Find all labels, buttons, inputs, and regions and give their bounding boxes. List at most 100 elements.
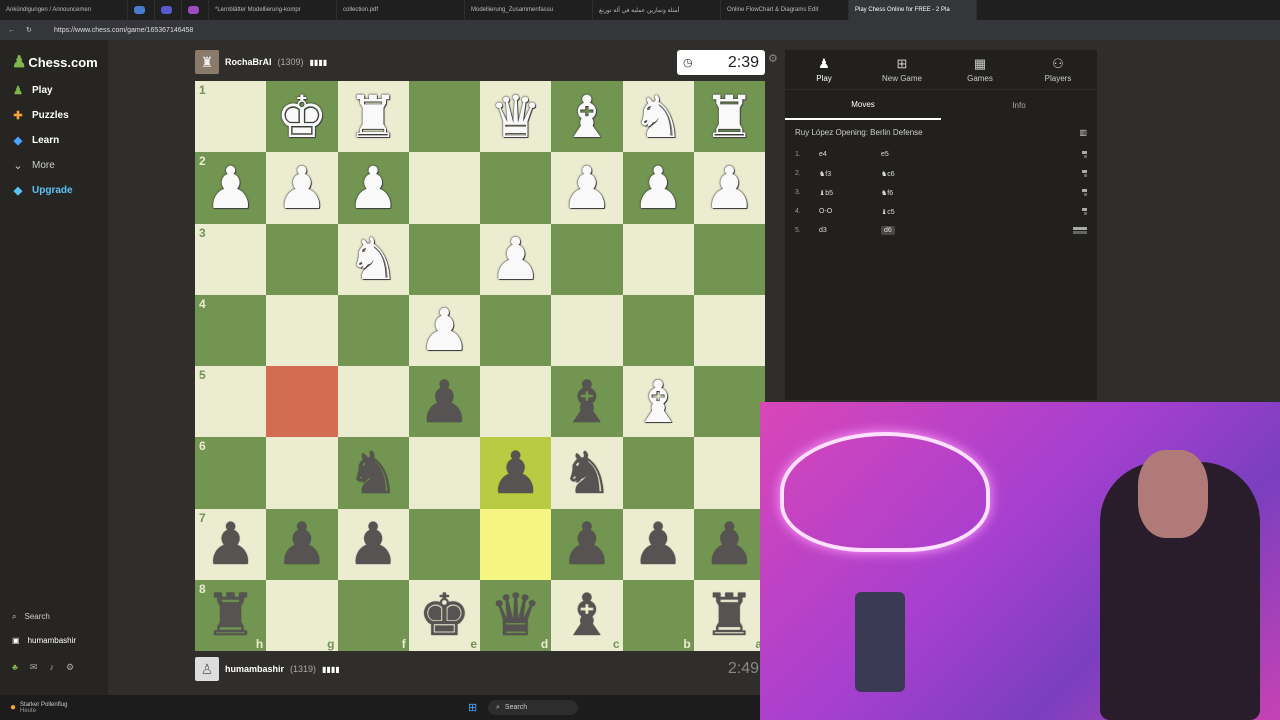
- browser-tab[interactable]: [128, 0, 155, 20]
- browser-tab[interactable]: Modellierung_Zusammenfassu: [465, 0, 593, 20]
- board-square[interactable]: ♟: [480, 223, 552, 295]
- white-move[interactable]: ♝b5: [819, 189, 881, 197]
- address-bar[interactable]: ← ↻ https://www.chess.com/game/165367146…: [0, 20, 1280, 40]
- board-square[interactable]: [408, 508, 480, 580]
- board-square[interactable]: [266, 294, 338, 366]
- white-pawn-icon[interactable]: ♟: [418, 301, 470, 359]
- board-square[interactable]: 7 ♟: [195, 508, 267, 580]
- board-square[interactable]: 5: [195, 366, 267, 438]
- tab-moves[interactable]: Moves: [785, 90, 941, 120]
- board-square[interactable]: ♝: [551, 366, 623, 438]
- board-square[interactable]: ♟: [266, 508, 338, 580]
- white-pawn-icon[interactable]: ♟: [703, 159, 755, 217]
- white-move[interactable]: O-O: [819, 208, 881, 215]
- board-square[interactable]: g: [266, 579, 338, 651]
- board-square[interactable]: [266, 437, 338, 509]
- tab-new-game[interactable]: ⊞ New Game: [863, 50, 941, 89]
- board-square[interactable]: 2 ♟: [195, 152, 267, 224]
- browser-tab[interactable]: Online FlowChart & Diagrams Edit: [721, 0, 849, 20]
- white-move[interactable]: d3: [819, 227, 881, 234]
- white-pawn-icon[interactable]: ♟: [490, 230, 542, 288]
- board-square[interactable]: [693, 366, 765, 438]
- sidebar-item-puzzles[interactable]: ✚ Puzzles: [12, 109, 68, 122]
- board-square[interactable]: f: [337, 579, 409, 651]
- black-king-icon[interactable]: ♚: [418, 586, 470, 644]
- browser-tab[interactable]: Ankündigungen / Announcemen: [0, 0, 128, 20]
- browser-tab[interactable]: collection.pdf: [337, 0, 465, 20]
- black-pawn-icon[interactable]: ♟: [703, 515, 755, 573]
- board-square[interactable]: ♟: [337, 152, 409, 224]
- board-square[interactable]: d ♛: [480, 579, 552, 651]
- sidebar-item-learn[interactable]: ◆ Learn: [12, 134, 59, 147]
- board-square[interactable]: [337, 366, 409, 438]
- board-square[interactable]: ♟: [408, 294, 480, 366]
- board-square[interactable]: ♚: [266, 81, 338, 153]
- board-square[interactable]: [480, 508, 552, 580]
- board-square[interactable]: [480, 152, 552, 224]
- board-square[interactable]: a ♜: [693, 579, 765, 651]
- board-square[interactable]: [480, 294, 552, 366]
- board-square[interactable]: [408, 437, 480, 509]
- white-pawn-icon[interactable]: ♟: [561, 159, 613, 217]
- top-player-name[interactable]: RochaBrAI: [225, 57, 272, 67]
- white-bishop-icon[interactable]: ♝: [632, 373, 684, 431]
- back-icon[interactable]: ←: [8, 27, 15, 34]
- white-queen-icon[interactable]: ♛: [490, 88, 542, 146]
- tab-play[interactable]: ♟ Play: [785, 50, 863, 89]
- board-square[interactable]: [266, 366, 338, 438]
- board-square[interactable]: [551, 223, 623, 295]
- browser-tab[interactable]: أمثلة وتمارين عملية في آلة تورنغ: [593, 0, 721, 20]
- board-square[interactable]: ♛: [480, 81, 552, 153]
- board-square[interactable]: ♞: [622, 81, 694, 153]
- black-rook-icon[interactable]: ♜: [205, 586, 257, 644]
- board-square[interactable]: [337, 294, 409, 366]
- tab-group-chip[interactable]: [134, 6, 145, 14]
- board-square[interactable]: e ♚: [408, 579, 480, 651]
- tab-group-chip[interactable]: [161, 6, 172, 14]
- tab-games[interactable]: ▦ Games: [941, 50, 1019, 89]
- black-pawn-icon[interactable]: ♟: [347, 515, 399, 573]
- board-square[interactable]: ♟: [337, 508, 409, 580]
- board-square[interactable]: 4: [195, 294, 267, 366]
- white-pawn-icon[interactable]: ♟: [276, 159, 328, 217]
- board-square[interactable]: [408, 223, 480, 295]
- board-square[interactable]: ♜: [337, 81, 409, 153]
- board-square[interactable]: [551, 294, 623, 366]
- board-square[interactable]: ♟: [693, 508, 765, 580]
- white-move[interactable]: e4: [819, 151, 881, 158]
- board-square[interactable]: [408, 152, 480, 224]
- white-rook-icon[interactable]: ♜: [347, 88, 399, 146]
- browser-tab[interactable]: [155, 0, 182, 20]
- board-square[interactable]: 8 h ♜: [195, 579, 267, 651]
- sidebar-item-upgrade[interactable]: ◆ Upgrade: [12, 184, 73, 197]
- board-square[interactable]: ♝: [551, 81, 623, 153]
- board-square[interactable]: ♞: [337, 223, 409, 295]
- board-square[interactable]: [480, 366, 552, 438]
- black-pawn-icon[interactable]: ♟: [490, 444, 542, 502]
- bell-icon[interactable]: ♪: [49, 662, 54, 673]
- board-square[interactable]: ♟: [622, 508, 694, 580]
- board-square[interactable]: ♞: [551, 437, 623, 509]
- sidebar-item-more[interactable]: ⌄ More: [12, 159, 54, 172]
- board-square[interactable]: [693, 437, 765, 509]
- black-pawn-icon[interactable]: ♟: [632, 515, 684, 573]
- avatar[interactable]: ♜: [195, 50, 219, 74]
- browser-tab[interactable]: [182, 0, 209, 20]
- board-square[interactable]: 6: [195, 437, 267, 509]
- black-knight-icon[interactable]: ♞: [561, 444, 613, 502]
- board-settings-gear-icon[interactable]: ⚙: [768, 52, 778, 65]
- tab-info[interactable]: Info: [941, 90, 1097, 120]
- avatar[interactable]: ♙: [195, 657, 219, 681]
- black-bishop-icon[interactable]: ♝: [561, 373, 613, 431]
- black-move[interactable]: ♞f6: [881, 189, 921, 197]
- black-pawn-icon[interactable]: ♟: [561, 515, 613, 573]
- black-move[interactable]: e5: [881, 151, 921, 158]
- board-square[interactable]: [693, 294, 765, 366]
- black-pawn-icon[interactable]: ♟: [276, 515, 328, 573]
- browser-tab[interactable]: Play Chess Online for FREE - 2 Pla: [849, 0, 977, 20]
- board-square[interactable]: [622, 223, 694, 295]
- black-move[interactable]: ♞c6: [881, 170, 921, 178]
- taskbar-search[interactable]: ⌕ Search: [488, 700, 578, 715]
- white-rook-icon[interactable]: ♜: [703, 88, 755, 146]
- board-square[interactable]: ♟: [266, 152, 338, 224]
